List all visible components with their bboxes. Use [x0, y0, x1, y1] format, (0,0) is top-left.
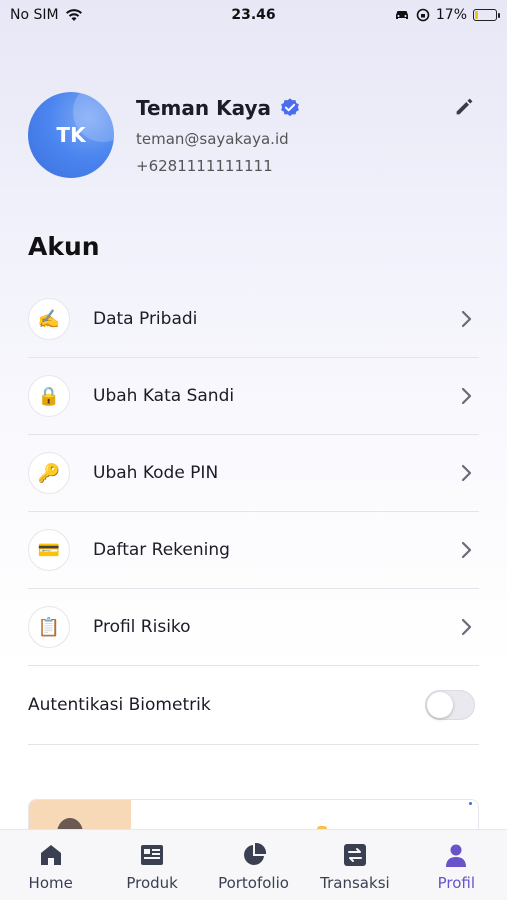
menu-item-label: Profil Risiko — [93, 617, 191, 637]
carrier-label: No SIM — [10, 7, 59, 23]
menu-item-label: Ubah Kode PIN — [93, 463, 219, 483]
nav-label: Portofolio — [218, 874, 289, 892]
pie-chart-icon — [243, 842, 266, 865]
product-card-icon — [141, 845, 164, 865]
menu-item-data-pribadi[interactable]: ✍️ Data Pribadi — [28, 281, 479, 358]
nav-profil[interactable]: Profil — [406, 830, 507, 900]
profile-phone: +6281111111111 — [136, 157, 273, 175]
nav-label: Transaksi — [320, 874, 390, 892]
edit-pencil-icon[interactable] — [453, 96, 475, 118]
menu-item-label: Data Pribadi — [93, 309, 198, 329]
profile-name: Teman Kaya — [136, 96, 271, 120]
transfer-icon — [343, 844, 366, 866]
home-icon — [40, 845, 61, 865]
bottom-nav: Home Produk Portofolio Transaksi Profil — [0, 829, 507, 900]
menu-item-ubah-kata-sandi[interactable]: 🔒 Ubah Kata Sandi — [28, 358, 479, 435]
account-menu: ✍️ Data Pribadi 🔒 Ubah Kata Sandi 🔑 Ubah… — [28, 281, 479, 666]
nav-produk[interactable]: Produk — [101, 830, 202, 900]
biometric-toggle[interactable] — [425, 690, 475, 720]
writing-hand-icon: ✍️ — [28, 298, 70, 340]
key-icon: 🔑 — [28, 452, 70, 494]
menu-item-label: Daftar Rekening — [93, 540, 230, 560]
rotation-lock-icon — [416, 8, 430, 22]
chevron-right-icon — [461, 387, 472, 405]
menu-item-ubah-kode-pin[interactable]: 🔑 Ubah Kode PIN — [28, 435, 479, 512]
menu-item-profil-risiko[interactable]: 📋 Profil Risiko — [28, 589, 479, 666]
nav-portofolio[interactable]: Portofolio — [203, 830, 304, 900]
avatar[interactable]: TK — [28, 92, 114, 178]
menu-item-daftar-rekening[interactable]: 💳 Daftar Rekening — [28, 512, 479, 589]
nav-label: Produk — [126, 874, 178, 892]
section-title: Akun — [28, 232, 100, 261]
nav-home[interactable]: Home — [0, 830, 101, 900]
lock-icon: 🔒 — [28, 375, 70, 417]
battery-percent: 17% — [435, 7, 467, 23]
nav-label: Profil — [437, 874, 476, 892]
toggle-knob — [427, 692, 453, 718]
car-icon — [395, 11, 408, 19]
profile-header: TK Teman Kaya teman@sayakaya.id +6281111… — [28, 92, 479, 182]
biometric-row: Autentikasi Biometrik — [28, 666, 479, 745]
menu-item-label: Ubah Kata Sandi — [93, 386, 235, 406]
biometric-label: Autentikasi Biometrik — [28, 695, 211, 715]
chevron-right-icon — [461, 541, 472, 559]
chevron-right-icon — [461, 618, 472, 636]
chevron-right-icon — [461, 310, 472, 328]
chevron-right-icon — [461, 464, 472, 482]
verified-badge-icon — [281, 98, 299, 117]
user-icon — [446, 844, 467, 867]
clipboard-icon: 📋 — [28, 606, 70, 648]
status-bar: No SIM 23.46 17% — [0, 0, 507, 30]
wifi-icon — [65, 9, 82, 21]
battery-icon — [473, 9, 500, 21]
credit-card-icon: 💳 — [28, 529, 70, 571]
nav-label: Home — [28, 874, 73, 892]
nav-transaksi[interactable]: Transaksi — [304, 830, 405, 900]
profile-email: teman@sayakaya.id — [136, 130, 289, 148]
